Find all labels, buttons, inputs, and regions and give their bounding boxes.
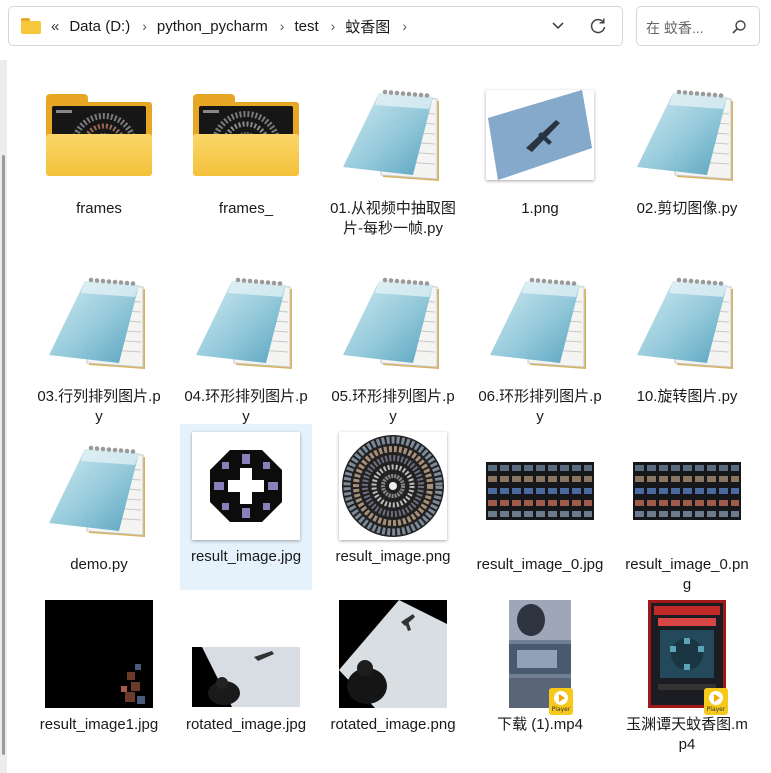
file-item-1-png[interactable]: 1.png [474,76,606,248]
image-thumbnail [339,432,447,540]
image-thumbnail [486,90,594,180]
folder-icon [193,94,299,176]
chevron-down-icon[interactable] [550,17,566,33]
file-item-demo-py[interactable]: demo.py [33,432,165,604]
breadcrumb-separator[interactable]: › [142,18,147,34]
player-badge-icon: Player [704,688,728,715]
file-name[interactable]: 1.png [476,199,604,219]
search-placeholder[interactable]: 在 蚊香... [646,18,704,38]
refresh-icon[interactable] [588,16,608,36]
file-name[interactable]: frames_ [182,199,310,219]
file-name[interactable]: result_image_0.png [623,555,751,595]
file-name[interactable]: 玉渊谭天蚊香图.mp4 [623,715,751,755]
file-name[interactable]: demo.py [35,555,163,575]
player-badge-icon: Player [549,688,573,715]
breadcrumb-drive[interactable]: Data (D:) [69,18,130,35]
file-name[interactable]: 01.从视频中抽取图片-每秒一帧.py [329,199,457,239]
file-name[interactable]: 下载 (1).mp4 [476,715,604,735]
file-item-rotated-image-png[interactable]: rotated_image.png [327,592,459,764]
file-name[interactable]: rotated_image.png [329,715,457,735]
breadcrumb-separator[interactable]: › [402,18,407,34]
notepad-file-icon [49,445,145,537]
breadcrumb-current-folder[interactable]: 蚊香图 [345,16,390,37]
address-bar[interactable]: « Data (D:) › python_pycharm › test › 蚊香… [8,6,623,46]
file-item-result-image-0-jpg[interactable]: result_image_0.jpg [474,432,606,604]
file-item-py[interactable]: 01.从视频中抽取图片-每秒一帧.py [327,76,459,248]
vertical-scrollbar[interactable] [0,60,7,773]
file-item-py[interactable]: 05.环形排列图片.py [327,264,459,436]
image-thumbnail [339,600,447,708]
file-name[interactable]: result_image_0.jpg [476,555,604,575]
file-name[interactable]: 03.行列排列图片.py [35,387,163,427]
notepad-file-icon [637,277,733,369]
breadcrumb-python-pycharm[interactable]: python_pycharm [157,18,268,35]
folder-icon [21,18,41,34]
file-item-py[interactable]: 04.环形排列图片.py [180,264,312,436]
search-box[interactable]: 在 蚊香... [636,6,760,46]
image-thumbnail [192,432,300,540]
breadcrumb-test[interactable]: test [294,18,318,35]
file-item-py[interactable]: 10.旋转图片.py [621,264,753,436]
file-item-result-image-0-png[interactable]: result_image_0.png [621,432,753,604]
file-name[interactable]: result_image.png [329,547,457,567]
video-thumbnail: Player [509,600,573,715]
file-item-rotated-image-jpg[interactable]: rotated_image.jpg [180,592,312,764]
file-item-video[interactable]: Player 玉渊谭天蚊香图.mp4 [621,592,753,764]
image-thumbnail [486,462,594,520]
file-name[interactable]: 05.环形排列图片.py [329,387,457,427]
file-name[interactable]: result_image.jpg [182,547,310,567]
file-name[interactable]: 02.剪切图像.py [623,199,751,219]
file-item-video[interactable]: Player 下载 (1).mp4 [474,592,606,764]
video-thumbnail: Player [645,597,729,715]
breadcrumb-separator[interactable]: › [280,18,285,34]
file-item-result-image1-jpg[interactable]: result_image1.jpg [33,592,165,764]
file-item-py[interactable]: 02.剪切图像.py [621,76,753,248]
file-item-py[interactable]: 03.行列排列图片.py [33,264,165,436]
file-name[interactable]: 10.旋转图片.py [623,387,751,407]
folder-icon [46,94,152,176]
file-item-frames[interactable]: frames [33,76,165,248]
file-item-frames-underscore[interactable]: frames_ [180,76,312,248]
notepad-file-icon [343,277,439,369]
notepad-file-icon [196,277,292,369]
file-name[interactable]: result_image1.jpg [35,715,163,735]
notepad-file-icon [343,89,439,181]
overflow-chevron[interactable]: « [51,18,59,35]
breadcrumb-separator[interactable]: › [331,18,336,34]
file-name[interactable]: rotated_image.jpg [182,715,310,735]
search-icon[interactable] [731,19,747,35]
file-name[interactable]: frames [35,199,163,219]
file-item-py[interactable]: 06.环形排列图片.py [474,264,606,436]
image-thumbnail [633,462,741,520]
notepad-file-icon [490,277,586,369]
image-thumbnail [192,647,300,707]
file-item-result-image-png[interactable]: result_image.png [327,424,459,590]
image-thumbnail [45,600,153,708]
notepad-file-icon [637,89,733,181]
file-name[interactable]: 04.环形排列图片.py [182,387,310,427]
notepad-file-icon [49,277,145,369]
scrollbar-thumb[interactable] [2,155,5,755]
toolbar: « Data (D:) › python_pycharm › test › 蚊香… [0,0,771,56]
file-item-result-image-jpg[interactable]: result_image.jpg [180,424,312,590]
file-name[interactable]: 06.环形排列图片.py [476,387,604,427]
